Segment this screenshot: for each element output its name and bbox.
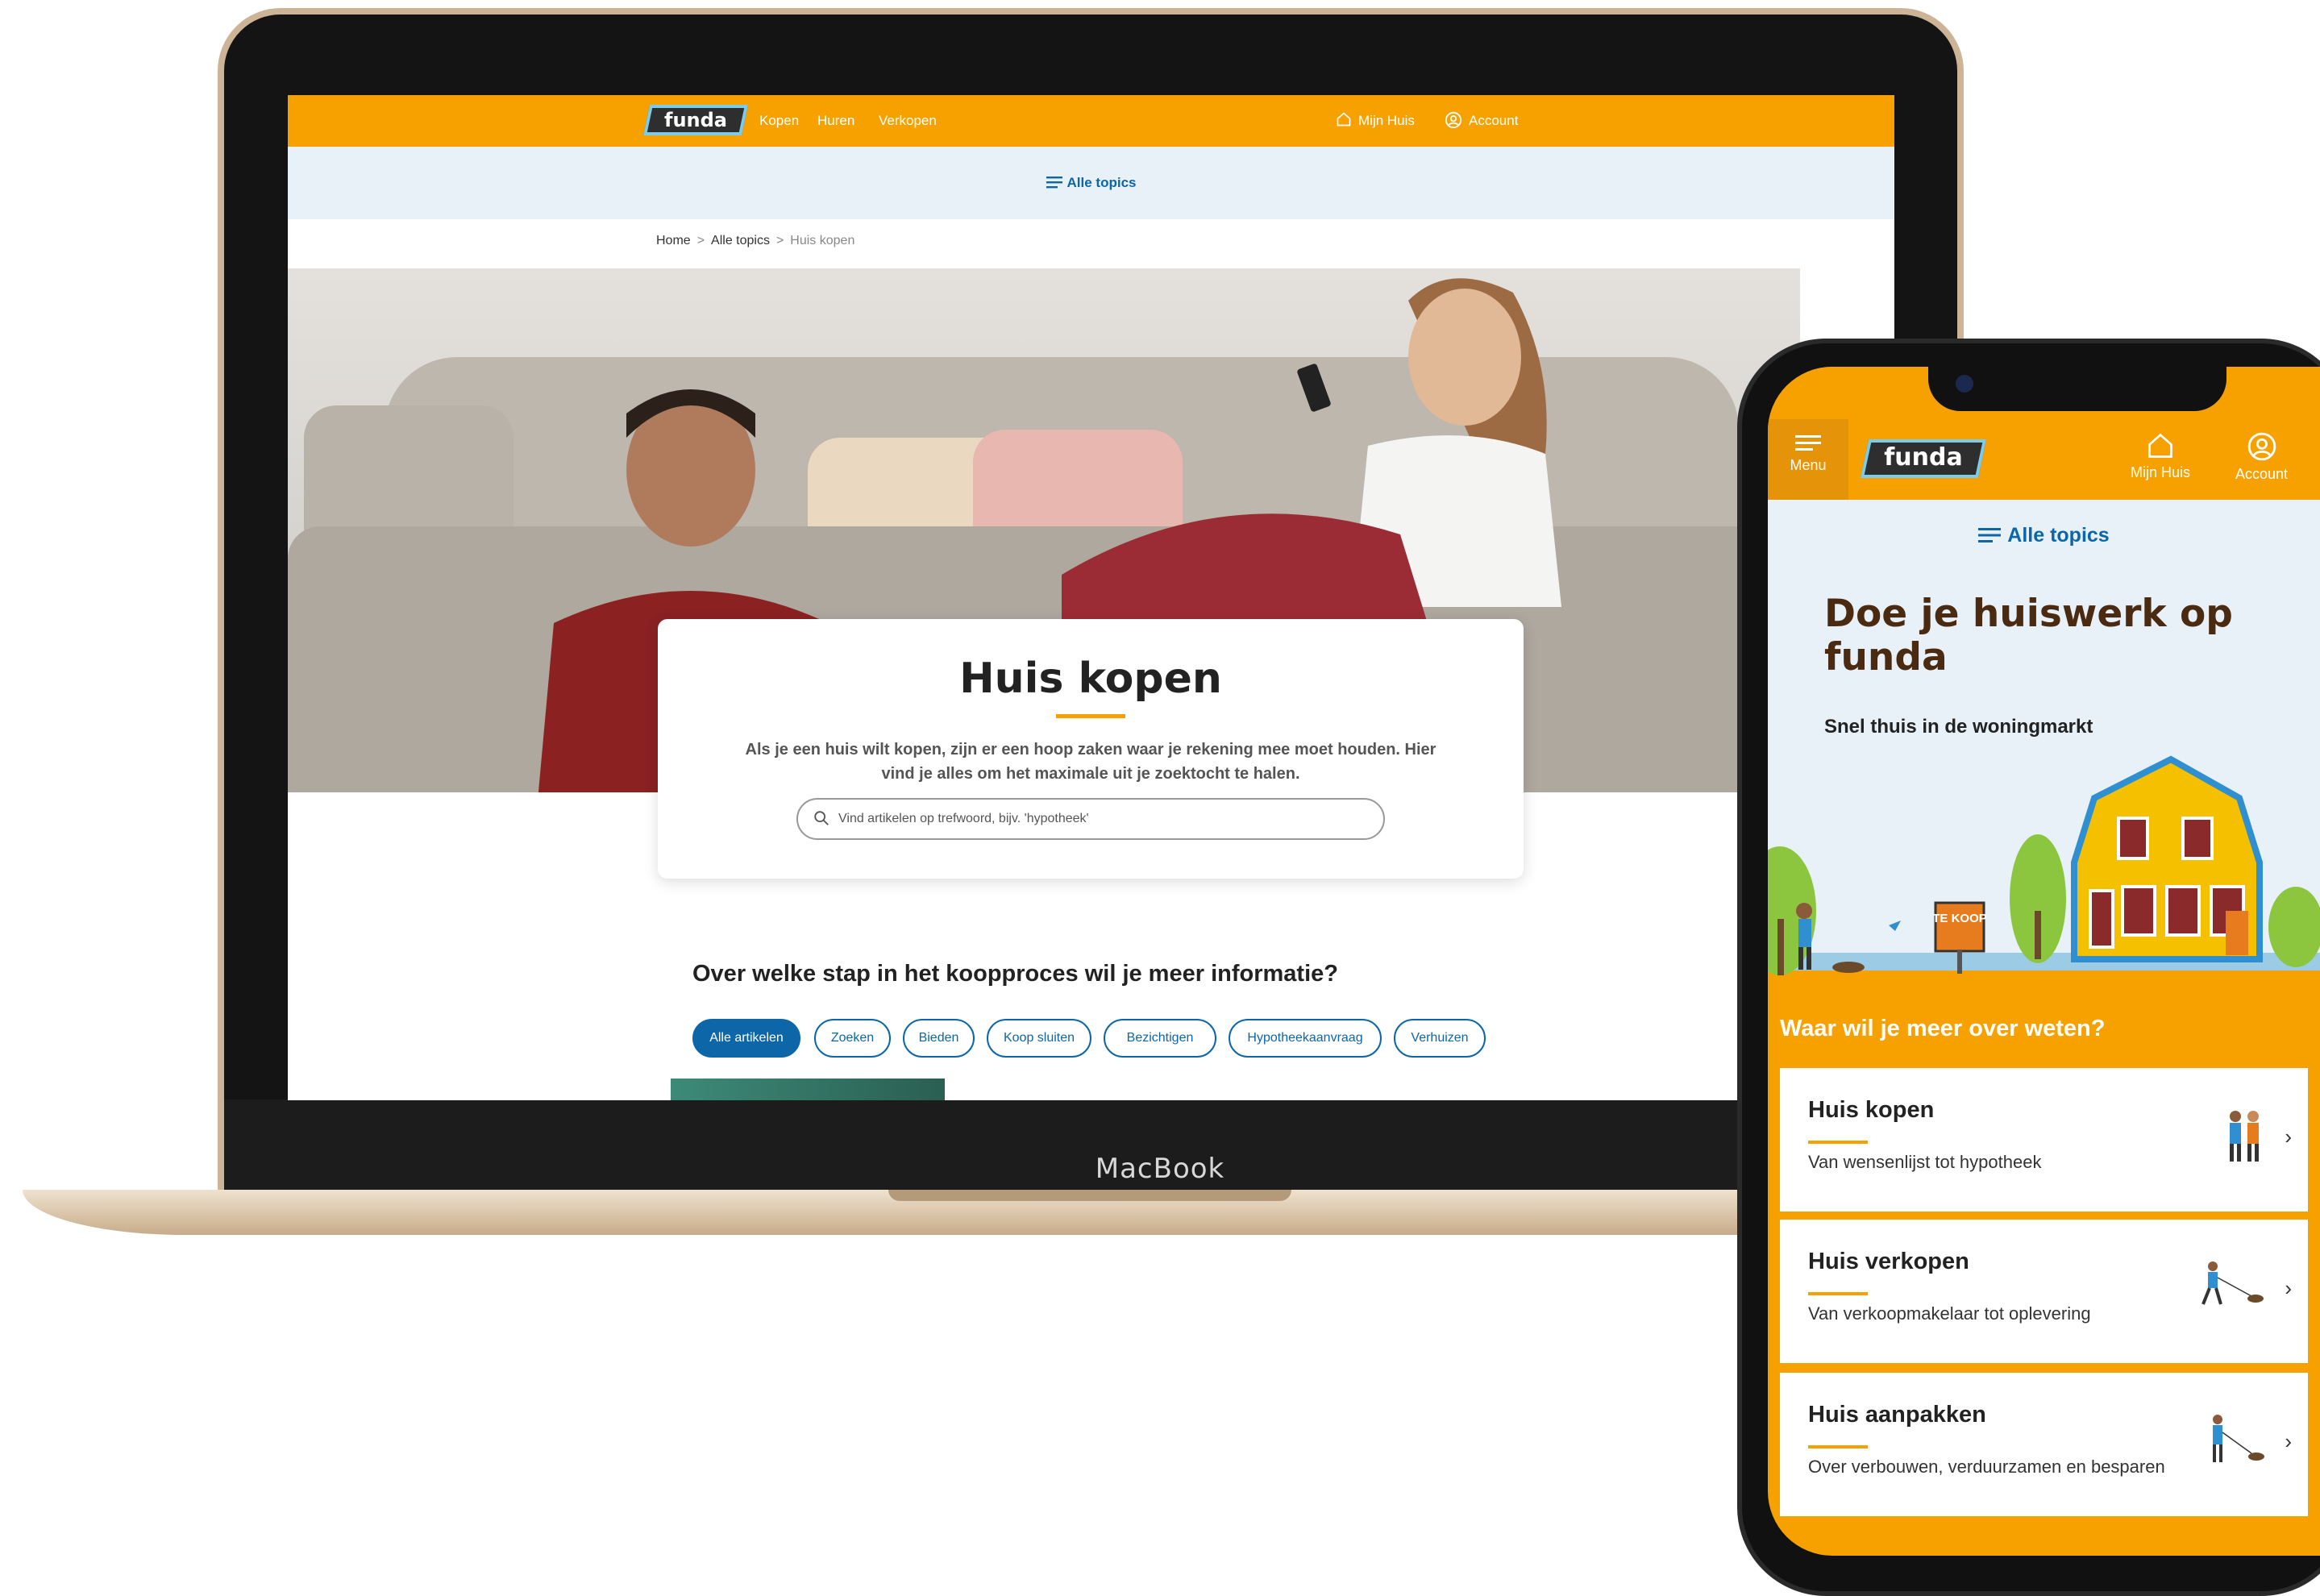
card-underline	[1808, 1141, 1868, 1144]
menu-label: Menu	[1790, 457, 1827, 473]
card-underline	[1808, 1445, 1868, 1448]
chip-verhuizen[interactable]: Verhuizen	[1394, 1019, 1486, 1058]
topic-card-title: Huis kopen	[1808, 1097, 1935, 1123]
front-camera	[1956, 375, 1973, 393]
chip-koop-sluiten[interactable]: Koop sluiten	[987, 1019, 1091, 1058]
laptop-notch	[888, 1190, 1291, 1201]
chip-alle-artikelen[interactable]: Alle artikelen	[692, 1019, 800, 1058]
section-title: Over welke stap in het koopproces wil je…	[692, 961, 1338, 987]
all-topics-link[interactable]: Alle topics	[1046, 175, 1137, 190]
house-icon	[2148, 433, 2172, 458]
mobile-page-title: Doe je huiswerk op funda	[1824, 592, 2233, 680]
all-topics-link[interactable]: Alle topics	[1768, 524, 2320, 547]
funda-logo[interactable]: funda	[1860, 439, 1986, 478]
desktop-top-bar: funda Kopen Huren Verkopen Mijn Huis Acc…	[288, 95, 1894, 147]
search-input[interactable]: Vind artikelen op trefwoord, bijv. 'hypo…	[796, 798, 1385, 840]
nav-kopen[interactable]: Kopen	[759, 95, 799, 147]
user-circle-icon	[2247, 432, 2276, 461]
logo-text: funda	[1884, 443, 1963, 472]
chevron-right-icon: ›	[2285, 1429, 2292, 1453]
topic-card-title: Huis aanpakken	[1808, 1402, 1986, 1428]
funda-logo[interactable]: funda	[642, 105, 749, 135]
nav-verkopen[interactable]: Verkopen	[879, 95, 937, 147]
laptop-screen: funda Kopen Huren Verkopen Mijn Huis Acc…	[288, 95, 1894, 1100]
menu-button[interactable]: Menu	[1768, 419, 1848, 500]
te-koop-sign: TE KOOP	[1932, 912, 1987, 925]
phone-screen: Menu funda Mijn Huis Account Alle topics…	[1768, 367, 2320, 1556]
question-heading: Waar wil je meer over weten?	[1780, 1016, 2106, 1041]
user-circle-icon	[1445, 111, 1462, 129]
chip-bezichtigen[interactable]: Bezichtigen	[1104, 1019, 1216, 1058]
breadcrumb-current: Huis kopen	[790, 234, 855, 247]
search-placeholder: Vind artikelen op trefwoord, bijv. 'hypo…	[838, 812, 1089, 825]
topic-card-text: Over verbouwen, verduurzamen en besparen	[1808, 1457, 2165, 1477]
all-topics-label: Alle topics	[1066, 175, 1137, 190]
couple-walking-icon	[2230, 1111, 2259, 1162]
page-title: Huis kopen	[959, 655, 1222, 703]
topic-card-huis-verkopen[interactable]: Huis verkopen Van verkoopmakelaar tot op…	[1780, 1220, 2308, 1363]
topic-card-text: Van wensenlijst tot hypotheek	[1808, 1152, 2042, 1172]
search-icon	[814, 811, 829, 825]
breadcrumb-separator: >	[696, 234, 705, 247]
person-walking-dog-icon	[2202, 1261, 2264, 1305]
breadcrumb-home[interactable]: Home	[656, 234, 691, 247]
topic-card-title: Huis verkopen	[1808, 1249, 1969, 1274]
all-topics-label: Alle topics	[2007, 524, 2110, 547]
hamburger-icon	[1046, 177, 1062, 189]
nav-huren[interactable]: Huren	[817, 95, 854, 147]
account-label: Account	[2235, 466, 2289, 482]
breadcrumb-separator: >	[775, 234, 784, 247]
chip-hypotheekaanvraag[interactable]: Hypotheekaanvraag	[1229, 1019, 1382, 1058]
account-link[interactable]: Account	[1445, 95, 1518, 147]
mijn-huis-label: Mijn Huis	[2131, 464, 2191, 480]
house-illustration: TE KOOP	[1768, 755, 2320, 985]
house-icon	[1337, 112, 1351, 127]
mijn-huis-link[interactable]: Mijn Huis	[1336, 95, 1415, 147]
topic-card-text: Van verkoopmakelaar tot oplevering	[1808, 1303, 2091, 1324]
breadcrumb: Home > Alle topics > Huis kopen	[656, 234, 854, 248]
mijn-huis-button[interactable]: Mijn Huis	[2131, 431, 2190, 481]
topic-card-huis-aanpakken[interactable]: Huis aanpakken Over verbouwen, verduurza…	[1780, 1373, 2308, 1516]
chip-zoeken[interactable]: Zoeken	[814, 1019, 891, 1058]
account-button[interactable]: Account	[2235, 431, 2288, 483]
mijn-huis-label: Mijn Huis	[1358, 113, 1415, 128]
all-topics-bar: Alle topics	[288, 147, 1894, 219]
hamburger-icon	[1978, 528, 2002, 542]
logo-text: funda	[664, 109, 727, 131]
person-with-dog-icon	[2213, 1415, 2264, 1462]
chevron-right-icon: ›	[2285, 1124, 2292, 1149]
title-underline	[1056, 714, 1125, 718]
account-label: Account	[1469, 113, 1519, 128]
article-thumbnail[interactable]	[671, 1079, 945, 1100]
topic-card-huis-kopen[interactable]: Huis kopen Van wensenlijst tot hypotheek…	[1780, 1068, 2308, 1212]
mobile-hero: Alle topics Doe je huiswerk op funda Sne…	[1768, 500, 2320, 985]
breadcrumb-all-topics[interactable]: Alle topics	[711, 234, 770, 247]
hamburger-icon	[1795, 435, 1821, 451]
chevron-right-icon: ›	[2285, 1276, 2292, 1300]
hero-card: Huis kopen Als je een huis wilt kopen, z…	[658, 619, 1524, 879]
hero-description: Als je een huis wilt kopen, zijn er een …	[745, 741, 1436, 783]
card-underline	[1808, 1292, 1868, 1295]
chip-bieden[interactable]: Bieden	[903, 1019, 975, 1058]
mobile-subtitle: Snel thuis in de woningmarkt	[1824, 716, 2093, 738]
